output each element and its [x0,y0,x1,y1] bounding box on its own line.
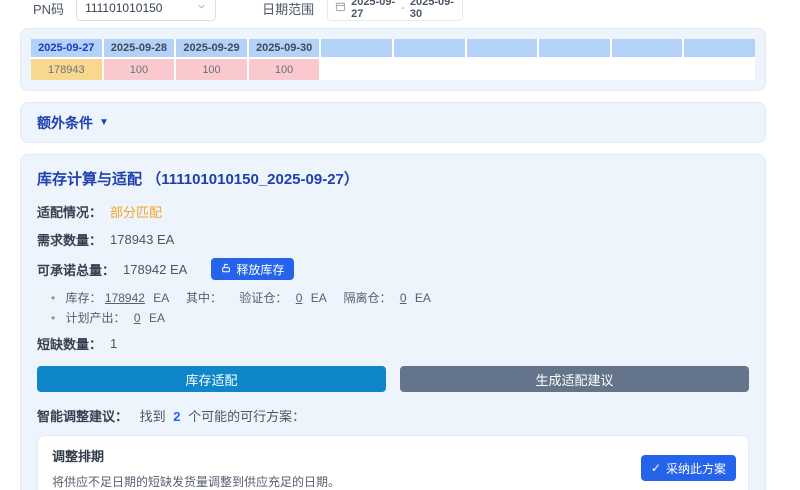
quantity-cell [611,59,683,80]
shortage-label: 短缺数量： [37,337,103,352]
date-column-header [321,39,392,57]
schedule-table: 2025-09-27 2025-09-28 2025-09-29 2025-09… [31,39,755,80]
quantity-cell[interactable]: 178943 [31,59,102,80]
page-title: 库存计算与适配 （111101010150_2025-09-27） [37,171,359,188]
caret-down-icon: ▼ [99,117,109,128]
unlock-icon [221,262,231,276]
match-status-label: 适配情况： [37,205,103,220]
quantity-cell [684,59,755,80]
date-column-header [611,39,683,57]
date-column-header [684,39,755,57]
pn-select-value: 111101010150 [85,1,163,15]
date-range-input[interactable]: 2025-09-27 - 2025-09-30 [327,0,464,21]
date-column-header[interactable]: 2025-09-27 [31,39,102,57]
quantity-cell [466,59,538,80]
date-column-header [466,39,538,57]
check-icon: ✓ [650,461,661,475]
quantity-cell [539,59,610,80]
accept-plan-button[interactable]: ✓ 采纳此方案 [640,455,736,481]
date-column-header [393,39,465,57]
quantity-cell [321,59,392,80]
pn-select[interactable]: 111101010150 [76,0,217,21]
shortage-row: 短缺数量： 1 [37,334,749,353]
promise-value: 178942 EA [123,261,188,277]
quarantine-value-link[interactable]: 0 [400,291,407,305]
date-range-label: 日期范围 [262,1,315,17]
shortage-value: 1 [110,336,118,351]
date-separator: - [401,2,405,14]
inventory-adapt-button[interactable]: 库存适配 [37,366,386,392]
quantity-cell[interactable]: 100 [103,59,175,80]
date-start: 2025-09-27 [351,0,396,20]
date-column-header[interactable]: 2025-09-30 [248,39,320,57]
planned-value-link[interactable]: 0 [134,311,141,325]
promise-row: 可承诺总量： 178942 EA 释放库存 [37,258,749,280]
inventory-calc-card: 库存计算与适配 （111101010150_2025-09-27） 适配情况： … [20,154,766,490]
action-buttons: 库存适配 生成适配建议 [37,366,749,392]
demand-value: 178943 EA [110,232,175,247]
extra-conditions-toggle[interactable]: 额外条件 ▼ [20,102,766,143]
schedule-table-card: 2025-09-27 2025-09-28 2025-09-29 2025-09… [20,28,766,91]
chevron-down-icon [196,0,207,17]
quantity-cell [393,59,465,80]
inventory-line: 库存： 178942 EA 其中： 验证仓： 0 EA 隔离仓： 0 EA [51,289,749,306]
stock-detail-list: 库存： 178942 EA 其中： 验证仓： 0 EA 隔离仓： 0 EA 计划… [51,289,749,326]
generate-suggestion-button[interactable]: 生成适配建议 [400,366,749,392]
quantity-cell[interactable]: 100 [248,59,320,80]
plan-card-reschedule: 调整排期 将供应不足日期的短缺发货量调整到供应充足的日期。 ✓ 采纳此方案 [37,435,749,490]
demand-row: 需求数量： 178943 EA [37,230,749,249]
plan-count: 2 [173,409,181,424]
date-column-header[interactable]: 2025-09-29 [176,39,247,57]
planned-output-line: 计划产出： 0 EA [51,309,749,326]
calendar-icon [335,0,346,17]
pn-label: PN码 [33,1,65,17]
extra-conditions-label: 额外条件 [37,114,93,131]
date-column-header [539,39,610,57]
match-status-row: 适配情况： 部分匹配 [37,202,749,221]
release-stock-button[interactable]: 释放库存 [211,258,295,280]
demand-label: 需求数量： [37,233,103,248]
date-end: 2025-09-30 [409,0,454,20]
suggestion-summary: 智能调整建议： 找到 2 个可能的可行方案： [37,409,306,424]
filter-bar: PN码 111101010150 日期范围 2025-09-27 - 2025-… [33,0,800,21]
match-status-value: 部分匹配 [110,205,163,220]
verify-value-link[interactable]: 0 [296,291,303,305]
quantity-cell[interactable]: 100 [176,59,247,80]
promise-label: 可承诺总量： [37,262,116,278]
inventory-value-link[interactable]: 178942 [105,291,145,305]
date-column-header[interactable]: 2025-09-28 [103,39,175,57]
